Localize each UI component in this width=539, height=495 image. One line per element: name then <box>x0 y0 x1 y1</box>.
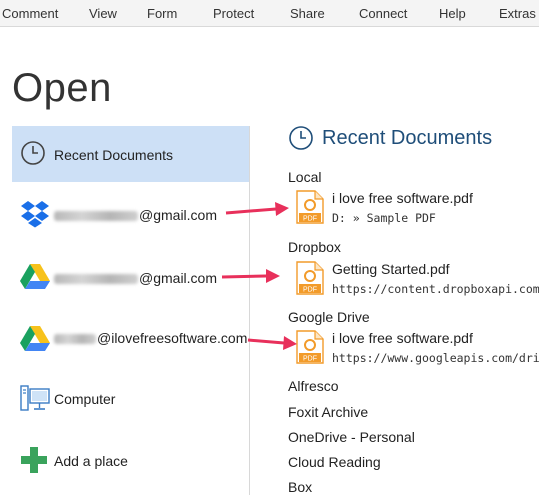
arrow-gdrive-1 <box>221 269 280 283</box>
arrow-dropbox <box>225 202 289 216</box>
annotation-arrows <box>221 202 297 350</box>
arrow-gdrive-2 <box>247 336 297 350</box>
